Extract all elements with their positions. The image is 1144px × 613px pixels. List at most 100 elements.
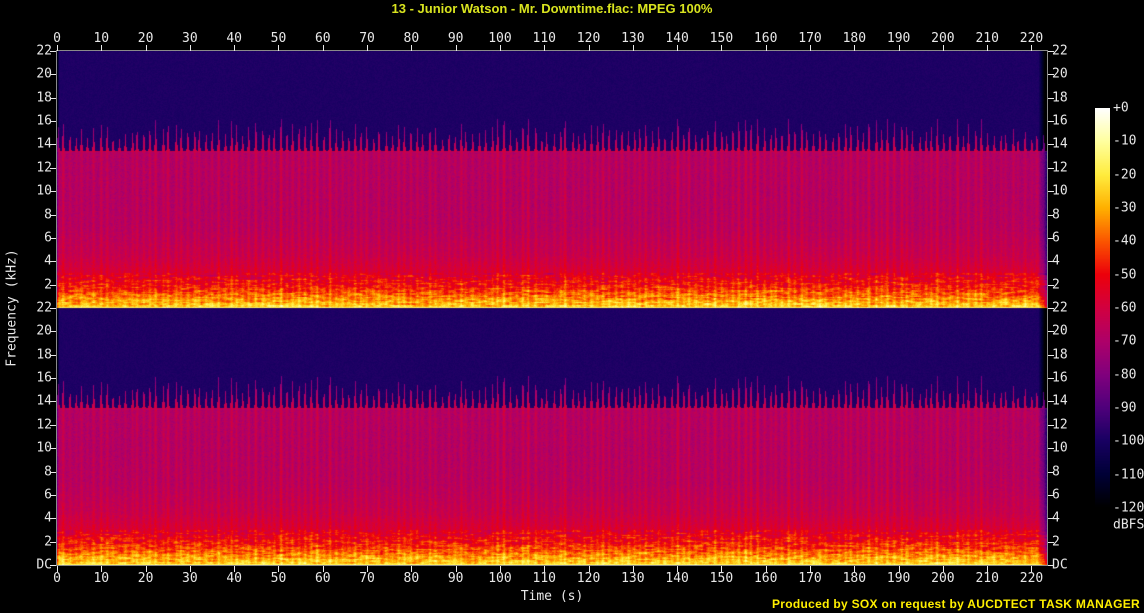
x-axis-tick-label-top: 10 [93,31,110,46]
y-axis-tick-label-right: 22 [1052,43,1068,59]
y-tick-mark-right [1048,518,1054,520]
y-tick-mark-right [1048,541,1054,543]
x-tick-mark-top [189,45,191,51]
y-axis-tick-label-left: 6 [44,487,52,503]
y-tick-mark-left [50,565,56,566]
colorbar-unit-label: dBFS [1113,517,1144,533]
colorbar-tick-label: +0 [1113,100,1129,116]
colorbar-tick-label: -90 [1113,400,1137,416]
x-axis-tick-label-bottom: 90 [447,571,464,586]
x-tick-mark-top [632,45,634,51]
y-tick-mark-left [50,144,56,146]
y-axis-tick-label-left: 18 [36,90,52,106]
x-axis-tick-label-bottom: 220 [1019,571,1044,586]
x-axis-tick-label-bottom: 210 [975,571,999,586]
colorbar-tick-label: -10 [1113,133,1137,149]
x-axis-tick-label-bottom: 100 [488,571,512,586]
x-axis-tick-label-top: 60 [314,31,331,46]
y-axis-tick-label-right: 20 [1052,66,1068,82]
x-axis-tick-label-bottom: 160 [753,571,778,586]
y-axis-title: Frequency (kHz) [4,249,20,367]
x-tick-mark-top [810,45,812,51]
y-tick-mark-right [1048,494,1054,496]
x-tick-mark-top [57,45,58,51]
y-tick-mark-left [50,191,56,193]
y-tick-mark-right [1048,284,1054,286]
y-axis-tick-label-left: 8 [44,207,52,223]
x-tick-mark-top [322,45,324,51]
y-tick-mark-left [50,518,56,520]
x-axis-tick-label-bottom: 140 [665,571,689,586]
colorbar-tick-label: -50 [1113,267,1137,283]
x-axis-tick-label-bottom: 30 [182,571,198,586]
colorbar-tick-label: -20 [1113,167,1137,183]
y-axis-tick-label-right: 12 [1052,160,1068,176]
y-tick-mark-left [50,308,56,309]
y-axis-tick-label-right: 14 [1052,136,1068,152]
x-tick-mark-top [499,45,501,51]
y-tick-mark-right [1048,448,1054,450]
x-axis-tick-label-top: 160 [753,31,778,46]
y-tick-mark-right [1048,214,1054,216]
x-axis-tick-label-bottom: 20 [137,571,154,586]
y-tick-mark-right [1048,74,1054,76]
credit-text: Produced by SOX on request by AUCDTECT T… [772,597,1140,611]
y-axis-tick-label-left: 4 [44,253,52,269]
x-tick-mark-top [455,45,457,51]
y-axis-tick-label-right: 12 [1052,417,1068,433]
y-tick-mark-right [1048,121,1054,123]
page-title: 13 - Junior Watson - Mr. Downtime.flac: … [391,1,713,16]
colorbar-tick-label: -80 [1113,367,1137,383]
x-axis-tick-label-bottom: 110 [532,571,556,586]
y-tick-mark-right [1048,471,1054,473]
y-tick-mark-left [50,401,56,403]
x-axis-tick-label-bottom: 70 [359,571,375,586]
x-axis-tick-label-top: 200 [931,31,955,46]
x-axis-tick-label-top: 80 [403,31,420,46]
y-tick-mark-left [50,97,56,99]
x-axis-tick-label-top: 120 [576,31,601,46]
y-tick-mark-left [50,51,56,52]
y-tick-mark-right [1048,331,1054,333]
y-axis-tick-label-left: 6 [44,230,52,246]
y-tick-mark-right [1048,261,1054,263]
x-axis-tick-label-bottom: 180 [842,571,867,586]
x-axis-tick-label-top: 70 [359,31,375,46]
y-tick-mark-left [50,471,56,473]
y-tick-mark-left [50,331,56,333]
y-tick-mark-left [50,541,56,543]
sox-spectrogram-window: 13 - Junior Watson - Mr. Downtime.flac: … [0,0,1144,613]
x-axis-tick-label-bottom: 0 [53,571,61,586]
colorbar-tick-label: -40 [1113,233,1137,249]
y-tick-mark-right [1048,424,1054,426]
x-tick-mark-top [367,45,369,51]
y-tick-mark-right [1048,144,1054,146]
y-tick-mark-left [50,261,56,263]
y-tick-mark-right [1048,237,1054,239]
y-axis-tick-label-left: 14 [36,136,52,152]
y-tick-mark-right [1048,354,1054,356]
y-axis-tick-label-left: 20 [36,66,52,82]
x-tick-mark-top [145,45,147,51]
y-tick-mark-left [50,214,56,216]
y-axis-tick-label-left: 10 [36,440,52,456]
x-axis-tick-label-top: 220 [1019,31,1044,46]
y-tick-mark-right [1048,308,1054,309]
y-tick-mark-right [1048,167,1054,169]
y-axis-tick-label-left: 4 [44,510,52,526]
y-tick-mark-left [50,121,56,123]
y-tick-mark-left [50,448,56,450]
y-tick-mark-left [50,378,56,380]
x-tick-mark-top [721,45,723,51]
y-tick-mark-right [1048,97,1054,99]
y-axis-tick-label-left: 2 [44,277,52,293]
x-axis-tick-label-bottom: 50 [270,571,287,586]
y-axis-tick-label-left: 12 [36,417,52,433]
y-axis-tick-label-right: 10 [1052,183,1068,199]
y-axis-tick-label-right: 22 [1052,300,1068,316]
x-axis-tick-label-top: 180 [842,31,867,46]
x-axis-tick-label-top: 190 [886,31,911,46]
x-axis-tick-label-bottom: 80 [403,571,420,586]
y-axis-tick-label-left: 22 [36,43,52,59]
y-tick-mark-left [50,354,56,356]
